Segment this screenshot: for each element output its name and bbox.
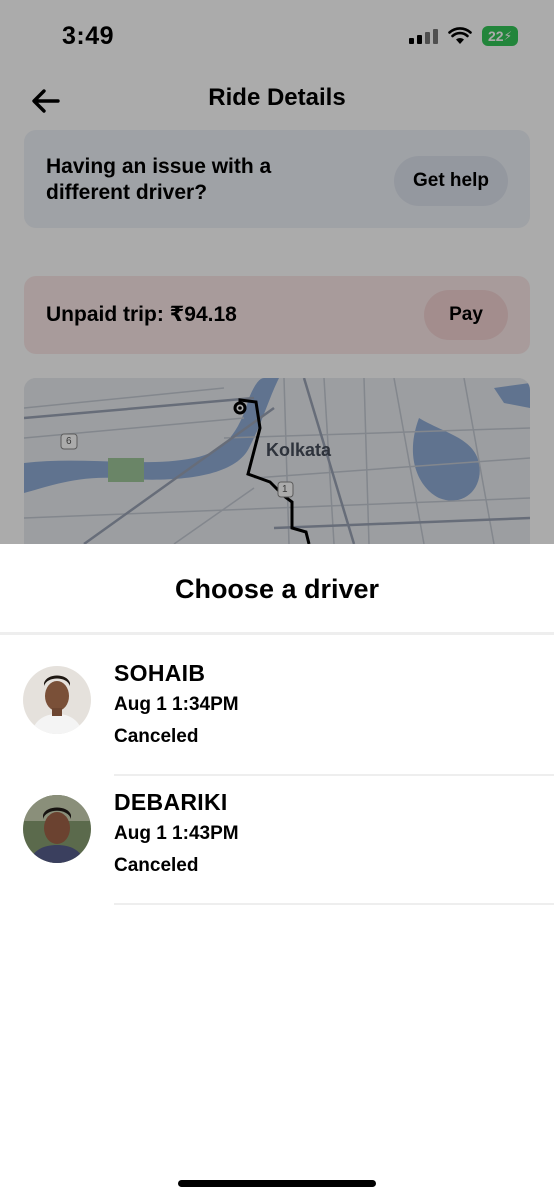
choose-driver-sheet: Choose a driver SOHAIB Aug 1 1:34PM Canc… — [0, 544, 554, 1200]
driver-row[interactable]: DEBARIKI Aug 1 1:43PM Canceled — [0, 777, 554, 905]
driver-avatar — [23, 795, 91, 863]
driver-row[interactable]: SOHAIB Aug 1 1:34PM Canceled — [0, 648, 554, 776]
driver-trip-time: Aug 1 1:43PM — [114, 823, 239, 844]
sheet-divider — [0, 632, 554, 635]
home-indicator[interactable] — [178, 1180, 376, 1187]
row-divider — [114, 903, 554, 905]
driver-avatar — [23, 666, 91, 734]
driver-trip-time: Aug 1 1:34PM — [114, 694, 239, 715]
row-divider — [114, 774, 554, 776]
sheet-title: Choose a driver — [174, 574, 380, 604]
driver-trip-status: Canceled — [114, 726, 199, 747]
driver-name: SOHAIB — [114, 660, 206, 686]
driver-name: DEBARIKI — [114, 789, 228, 815]
dim-overlay[interactable] — [0, 0, 554, 544]
driver-trip-status: Canceled — [114, 855, 199, 876]
